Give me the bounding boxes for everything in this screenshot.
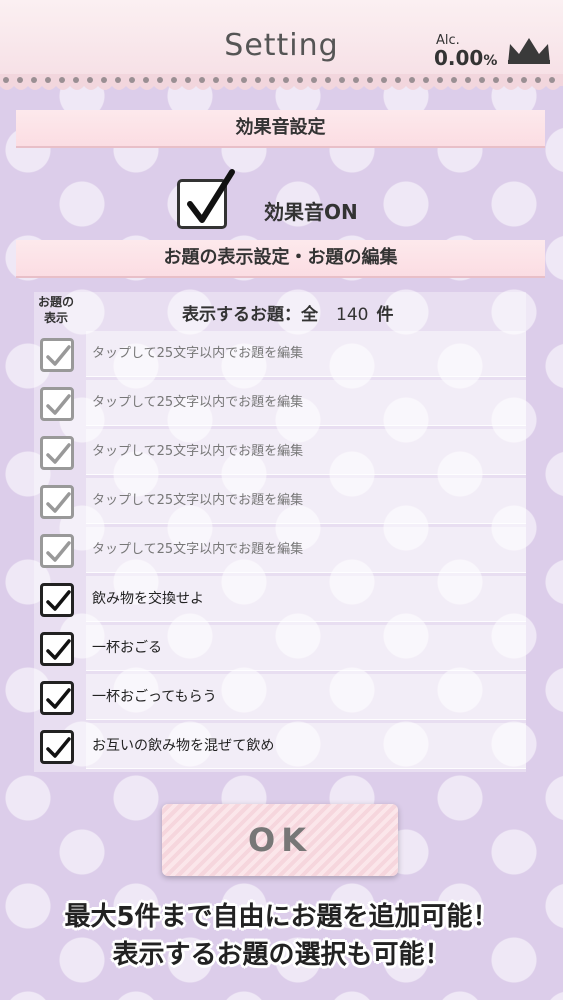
topic-text[interactable]: タップして25文字以内でお題を編集 (86, 527, 526, 573)
display-column-header-line1: お題の (37, 295, 74, 309)
topic-row: 飲み物を交換せよ (36, 576, 526, 624)
ok-button[interactable]: OK (162, 804, 398, 876)
checkmark-icon (187, 169, 235, 223)
topic-text[interactable]: タップして25文字以内でお題を編集 (86, 478, 526, 524)
topic-display-checkbox[interactable] (40, 534, 74, 568)
promo-line-2: 表示するお題の選択も可能！ (112, 940, 451, 970)
topic-display-checkbox[interactable] (40, 436, 74, 470)
display-column-header-line2: 表示 (43, 311, 68, 325)
checkmark-icon (46, 688, 71, 709)
topic-count-prefix: 表示するお題：全 (182, 305, 318, 325)
topic-row: タップして25文字以内でお題を編集 (36, 331, 526, 379)
topic-display-checkbox[interactable] (40, 730, 74, 764)
topic-text[interactable]: タップして25文字以内でお題を編集 (86, 380, 526, 426)
topic-display-checkbox[interactable] (40, 338, 74, 372)
topic-text[interactable]: タップして25文字以内でお題を編集 (86, 331, 526, 377)
promo-line-1: 最大5件まで自由にお題を追加可能！ (64, 902, 499, 932)
topic-row: 一杯おごってもらう (36, 674, 526, 722)
alcohol-value: 0.00% (434, 46, 497, 70)
topic-text[interactable]: 一杯おごる (86, 625, 526, 671)
display-column-header: お題の 表示 (34, 294, 78, 326)
topic-text[interactable]: タップして25文字以内でお題を編集 (86, 429, 526, 475)
checkmark-icon (46, 737, 71, 758)
topic-count: 表示するお題：全 140 件 (182, 300, 393, 325)
topic-text[interactable]: 飲み物を交換せよ (86, 576, 526, 622)
topic-display-checkbox[interactable] (40, 632, 74, 666)
topic-count-number: 140 (336, 305, 369, 325)
topics-section-header: お題の表示設定・お題の編集 (16, 240, 545, 278)
topic-row: お互いの飲み物を混ぜて飲め (36, 723, 526, 771)
topic-row: タップして25文字以内でお題を編集 (36, 478, 526, 526)
topic-row: タップして25文字以内でお題を編集 (36, 429, 526, 477)
lace-divider (0, 74, 563, 90)
topic-row: タップして25文字以内でお題を編集 (36, 527, 526, 575)
topic-row: タップして25文字以内でお題を編集 (36, 380, 526, 428)
checkmark-icon (46, 492, 71, 513)
sound-on-label[interactable]: 効果音ON (264, 196, 358, 225)
topic-row: 一杯おごる (36, 625, 526, 673)
crown-icon (508, 38, 550, 64)
topic-count-suffix: 件 (376, 305, 394, 325)
checkmark-icon (46, 590, 71, 611)
topic-display-checkbox[interactable] (40, 681, 74, 715)
alcohol-unit: % (483, 53, 498, 69)
checkmark-icon (46, 394, 71, 415)
topic-display-checkbox[interactable] (40, 485, 74, 519)
topic-display-checkbox[interactable] (40, 583, 74, 617)
topic-display-checkbox[interactable] (40, 387, 74, 421)
app-header: Setting Alc. 0.00% (0, 0, 563, 84)
checkmark-icon (46, 639, 71, 660)
checkmark-icon (46, 345, 71, 366)
checkmark-icon (46, 443, 71, 464)
alcohol-number: 0.00 (434, 46, 484, 70)
topic-text[interactable]: 一杯おごってもらう (86, 674, 526, 720)
sound-section-header: 効果音設定 (16, 110, 545, 148)
topic-text[interactable]: お互いの飲み物を混ぜて飲め (86, 723, 526, 769)
sound-on-checkbox[interactable] (177, 169, 235, 229)
checkmark-icon (46, 541, 71, 562)
